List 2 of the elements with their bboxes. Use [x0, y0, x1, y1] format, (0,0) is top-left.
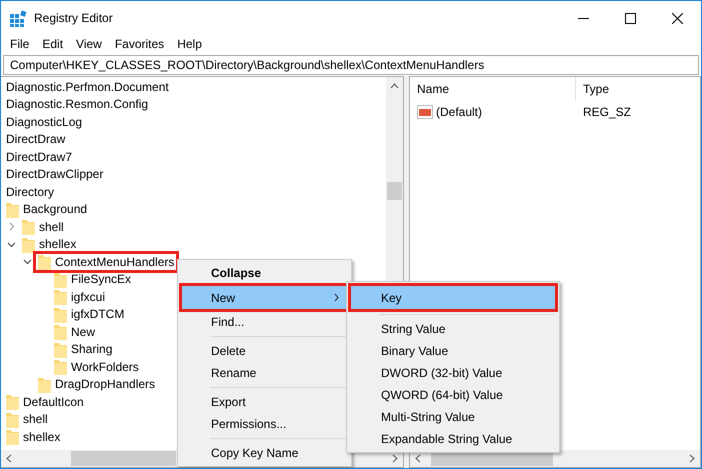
window-title: Registry Editor: [34, 11, 113, 25]
value-type: REG_SZ: [582, 105, 632, 119]
